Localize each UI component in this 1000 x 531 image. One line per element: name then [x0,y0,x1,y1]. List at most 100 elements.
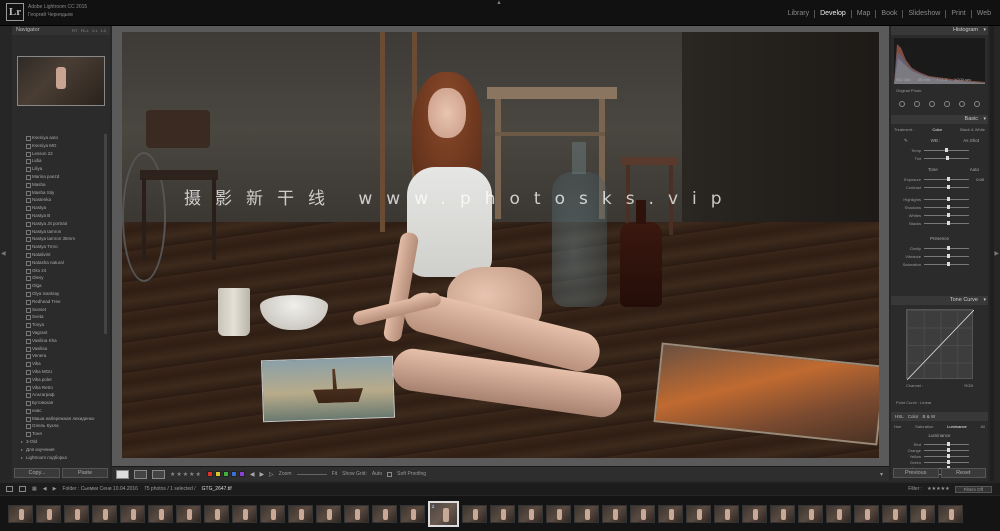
back-arrow-icon[interactable]: ◀ [43,486,47,492]
filter-stars[interactable]: ★★★★★ [927,486,949,492]
hsl-color-tab[interactable]: Color [908,412,919,421]
folder-item[interactable]: Бутовская [12,399,110,407]
show-grid-value[interactable]: Auto [372,471,382,477]
filmstrip-thumb[interactable] [462,504,487,523]
folder-item[interactable]: Nastya Jit portrait [12,220,110,228]
filmstrip-thumb[interactable] [910,504,935,523]
filmstrip-thumb[interactable] [176,504,201,523]
module-print[interactable]: Print [946,10,972,18]
spot-removal-icon[interactable] [913,100,920,107]
nav-fill[interactable]: FILL [81,26,89,35]
whites-slider[interactable]: Whites [894,212,985,218]
filmstrip-thumb[interactable] [92,504,117,523]
histogram-header[interactable]: Histogram [891,26,988,35]
folder-item[interactable]: Sunset [12,306,110,314]
folder-item[interactable]: Lesson 22 [12,150,110,158]
filmstrip-thumb[interactable] [714,504,739,523]
folder-item[interactable]: Natalivint [12,251,110,259]
filmstrip-thumb[interactable] [658,504,683,523]
clarity-slider[interactable]: Clarity [894,245,985,251]
folder-item[interactable]: Маша набережная лихиденко [12,415,110,423]
hsl-bw-tab[interactable]: B & W [923,412,936,421]
nav-1-2[interactable]: 1:2 [100,26,106,35]
folder-item[interactable]: Masha Sity [12,189,110,197]
module-develop[interactable]: Develop [815,10,852,18]
tint-slider[interactable]: Tint [894,155,985,161]
right-panel-scrollbar[interactable] [990,26,994,481]
folder-item[interactable]: Nastya tamron [12,228,110,236]
folder-item[interactable]: Tonya [12,321,110,329]
module-book[interactable]: Book [876,10,904,18]
filmstrip-thumb[interactable] [882,504,907,523]
zoom-fit[interactable]: Fit [332,471,338,477]
temp-slider[interactable]: Temp [894,147,985,153]
filmstrip-thumb[interactable] [686,504,711,523]
nav-fit[interactable]: FIT [72,26,78,35]
filmstrip-thumb[interactable] [742,504,767,523]
folder-item[interactable]: Venera [12,352,110,360]
folder-item[interactable]: Kseniya MG [12,142,110,150]
filmstrip-thumb[interactable] [574,504,599,523]
module-library[interactable]: Library [783,10,816,18]
filmstrip-thumb[interactable] [120,504,145,523]
blacks-slider[interactable]: Blacks [894,220,985,226]
collapse-right-arrow-icon[interactable]: ▶ [994,250,999,257]
filmstrip-thumb-selected[interactable]: 2 [428,500,459,527]
nav-1-1[interactable]: 1:1 [92,26,98,35]
highlights-slider[interactable]: Highlights [894,196,985,202]
filmstrip-thumb[interactable] [64,504,89,523]
left-panel-scrollbar[interactable] [104,134,107,334]
filmstrip-thumb[interactable] [798,504,823,523]
contrast-slider[interactable]: Contrast [894,184,985,190]
folder-item[interactable]: Redhead Tree [12,298,110,306]
slideshow-play-icon[interactable]: ▷ [269,471,274,478]
adjustment-brush-icon[interactable] [974,100,981,107]
before-after-button[interactable] [134,469,147,479]
filmstrip-thumb[interactable] [546,504,571,523]
folder-item[interactable]: Liliya [12,165,110,173]
folder-item[interactable]: Masha [12,181,110,189]
filmstrip-thumb[interactable] [36,504,61,523]
color-label-4[interactable] [238,471,245,477]
filmstrip-thumb[interactable] [8,504,33,523]
photo[interactable]: 摄影新干线 www.photosks.vip [122,32,879,458]
filmstrip-thumb[interactable] [344,504,369,523]
red-eye-icon[interactable] [928,100,935,107]
before-after-split-button[interactable] [152,469,165,479]
folder-item[interactable]: Vagrant [12,329,110,337]
folder-item[interactable]: Альтаграф [12,391,110,399]
filmstrip-thumb[interactable] [770,504,795,523]
loupe-view-button[interactable] [116,469,129,479]
graduated-filter-icon[interactable] [944,100,951,107]
module-map[interactable]: Map [852,10,877,18]
folder-item[interactable]: Natasha natural [12,259,110,267]
rating-stars[interactable]: ★★★★★ [170,471,202,478]
folder-item[interactable]: Olga [12,282,110,290]
collapse-left-arrow-icon[interactable]: ◀ [1,250,6,257]
grid-view-icon[interactable]: ▦ [32,486,37,492]
paste-button[interactable]: Paste [62,468,108,478]
folder-item[interactable]: Oks 24 [12,267,110,275]
soft-proofing-checkbox[interactable] [387,471,393,477]
folder-item[interactable]: Sveta [12,313,110,321]
color-label-1[interactable] [214,471,221,477]
copy-button[interactable]: Copy... [14,468,60,478]
vibrance-slider[interactable]: Vibrance [894,253,985,259]
folder-item[interactable]: Nastenka [12,196,110,204]
tone-curve-header[interactable]: Tone Curve [891,296,988,305]
navigator-preview[interactable] [17,56,105,106]
folder-item[interactable]: Nastya Tmro [12,243,110,251]
saturation-tab[interactable]: Saturation [915,424,933,429]
folder-item[interactable]: Nastya [12,204,110,212]
filmstrip-thumb[interactable] [826,504,851,523]
folder-item[interactable]: Nastya B [12,212,110,220]
treatment-bw[interactable]: Black & White [960,127,985,132]
folder-item[interactable]: новс [12,407,110,415]
page-1-button[interactable] [6,486,13,492]
filmstrip-thumb[interactable] [316,504,341,523]
filmstrip-thumb[interactable] [490,504,515,523]
zoom-slider[interactable] [296,473,327,475]
filmstrip-thumb[interactable] [288,504,313,523]
folder-item[interactable]: Olesy [12,274,110,282]
toolbar-menu-icon[interactable]: ▾ [880,471,883,478]
